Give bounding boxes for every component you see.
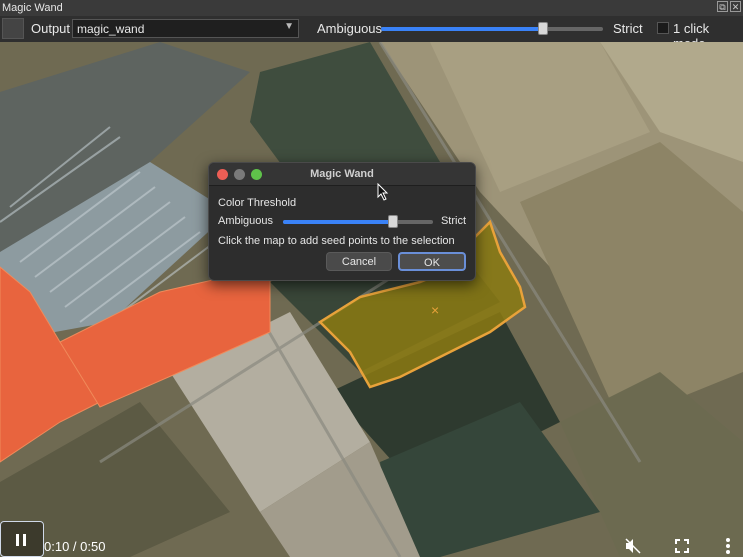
close-icon[interactable]: ✕ [730,1,741,12]
dialog-threshold-slider[interactable] [283,215,433,228]
tool-button[interactable] [2,18,24,39]
ambiguous-label: Ambiguous [317,21,383,36]
threshold-slider[interactable] [381,22,603,35]
output-layer-value: magic_wand [77,22,145,36]
window-controls: ⧉ ✕ [717,1,741,12]
output-layer-select[interactable]: magic_wand ▼ [72,19,299,38]
dialog-ambiguous-label: Ambiguous [218,215,274,227]
ok-button[interactable]: OK [398,252,466,271]
mute-icon[interactable] [625,538,641,554]
fullscreen-icon[interactable] [675,539,689,553]
pause-icon [16,534,19,546]
slider-fill [283,220,393,224]
chevron-down-icon: ▼ [284,21,294,32]
slider-fill [381,27,544,31]
window-title: Magic Wand [2,2,63,14]
color-threshold-label: Color Threshold [218,197,297,209]
float-icon[interactable]: ⧉ [717,1,728,12]
dialog-title: Magic Wand [310,168,374,180]
pause-button[interactable] [0,521,44,557]
video-timecode: 0:10 / 0:50 [44,539,106,554]
mouse-cursor-icon [377,183,389,201]
strict-label: Strict [613,21,643,36]
dialog-title-bar: Magic Wand [209,163,475,186]
more-options-icon[interactable] [725,537,731,555]
cancel-button[interactable]: Cancel [326,252,392,271]
video-controls: 0:10 / 0:50 [0,521,743,557]
seed-point-icon: × [431,302,439,318]
one-click-mode-checkbox[interactable] [657,22,669,34]
slider-handle[interactable] [538,22,549,35]
map-canvas[interactable]: × [0,42,743,557]
window-title-bar: Magic Wand ⧉ ✕ [0,0,743,16]
aerial-map: × [0,42,743,557]
dialog-strict-label: Strict [440,215,466,227]
dialog-hint: Click the map to add seed points to the … [218,235,455,247]
pause-icon [23,534,26,546]
magic-wand-dialog: Magic Wand Color Threshold Ambiguous Str… [208,162,476,281]
magic-wand-toolbar: Output magic_wand ▼ Ambiguous Strict 1 c… [0,16,743,51]
slider-handle[interactable] [387,215,398,228]
output-label: Output [31,21,71,36]
